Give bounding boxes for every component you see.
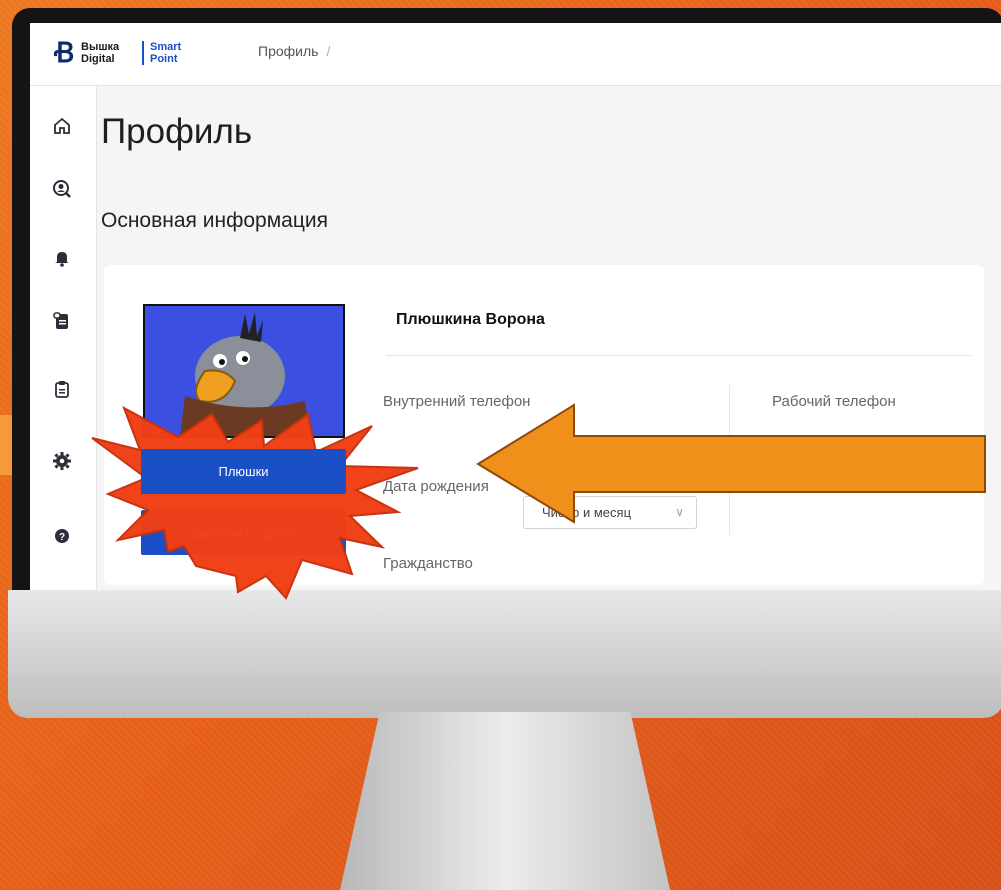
birth-date-select-value: Число и месяц: [542, 505, 632, 520]
logo-brand1: Smart: [150, 41, 182, 53]
work-phone-label: Рабочий телефон: [772, 393, 896, 410]
birth-date-select[interactable]: Число и месяц ∨: [523, 496, 697, 529]
logo-brand[interactable]: Smart Point: [150, 41, 181, 65]
plushki-button[interactable]: Плюшки: [141, 449, 346, 494]
work-email-label: E-mail рабочий: [772, 475, 877, 492]
top-bar: Ꞗ Вышка Digital Smart Point Профиль /: [30, 23, 1001, 86]
home-icon[interactable]: [52, 116, 72, 136]
logo-icon[interactable]: Ꞗ: [54, 39, 74, 67]
upload-photo-button[interactable]: Загрузить фото: [141, 510, 346, 555]
svg-text:?: ?: [59, 532, 65, 543]
breadcrumb: Профиль /: [258, 43, 330, 59]
logo-line1: Вышка: [81, 41, 120, 53]
screen: Ꞗ Вышка Digital Smart Point Профиль / ? …: [30, 23, 1001, 590]
clipboard-icon[interactable]: [52, 379, 72, 399]
document-icon[interactable]: [52, 311, 72, 331]
monitor-chin: [8, 590, 1001, 718]
divider: [386, 355, 971, 356]
user-name: Плюшкина Ворона: [396, 311, 545, 328]
monitor-stand: [340, 712, 670, 890]
chevron-down-icon: ∨: [675, 505, 684, 519]
internal-phone-label: Внутренний телефон: [383, 393, 531, 410]
search-user-icon[interactable]: [52, 179, 72, 199]
breadcrumb-item-profile[interactable]: Профиль: [258, 43, 318, 59]
help-icon[interactable]: ?: [52, 526, 72, 546]
breadcrumb-separator: /: [326, 43, 331, 59]
vertical-divider: [729, 385, 730, 535]
sidebar: ?: [30, 86, 97, 590]
logo-separator: [142, 41, 144, 65]
section-title: Основная информация: [101, 209, 328, 232]
page-title: Профиль: [101, 112, 253, 151]
logo-brand2: Point: [150, 53, 178, 65]
bell-icon[interactable]: [52, 248, 72, 268]
logo-line2: Digital: [81, 53, 115, 65]
gear-icon[interactable]: [52, 451, 72, 471]
citizenship-label: Гражданство: [383, 555, 473, 572]
logo-text[interactable]: Вышка Digital: [81, 41, 119, 65]
birth-date-label: Дата рождения: [383, 478, 489, 495]
avatar[interactable]: [143, 304, 345, 438]
